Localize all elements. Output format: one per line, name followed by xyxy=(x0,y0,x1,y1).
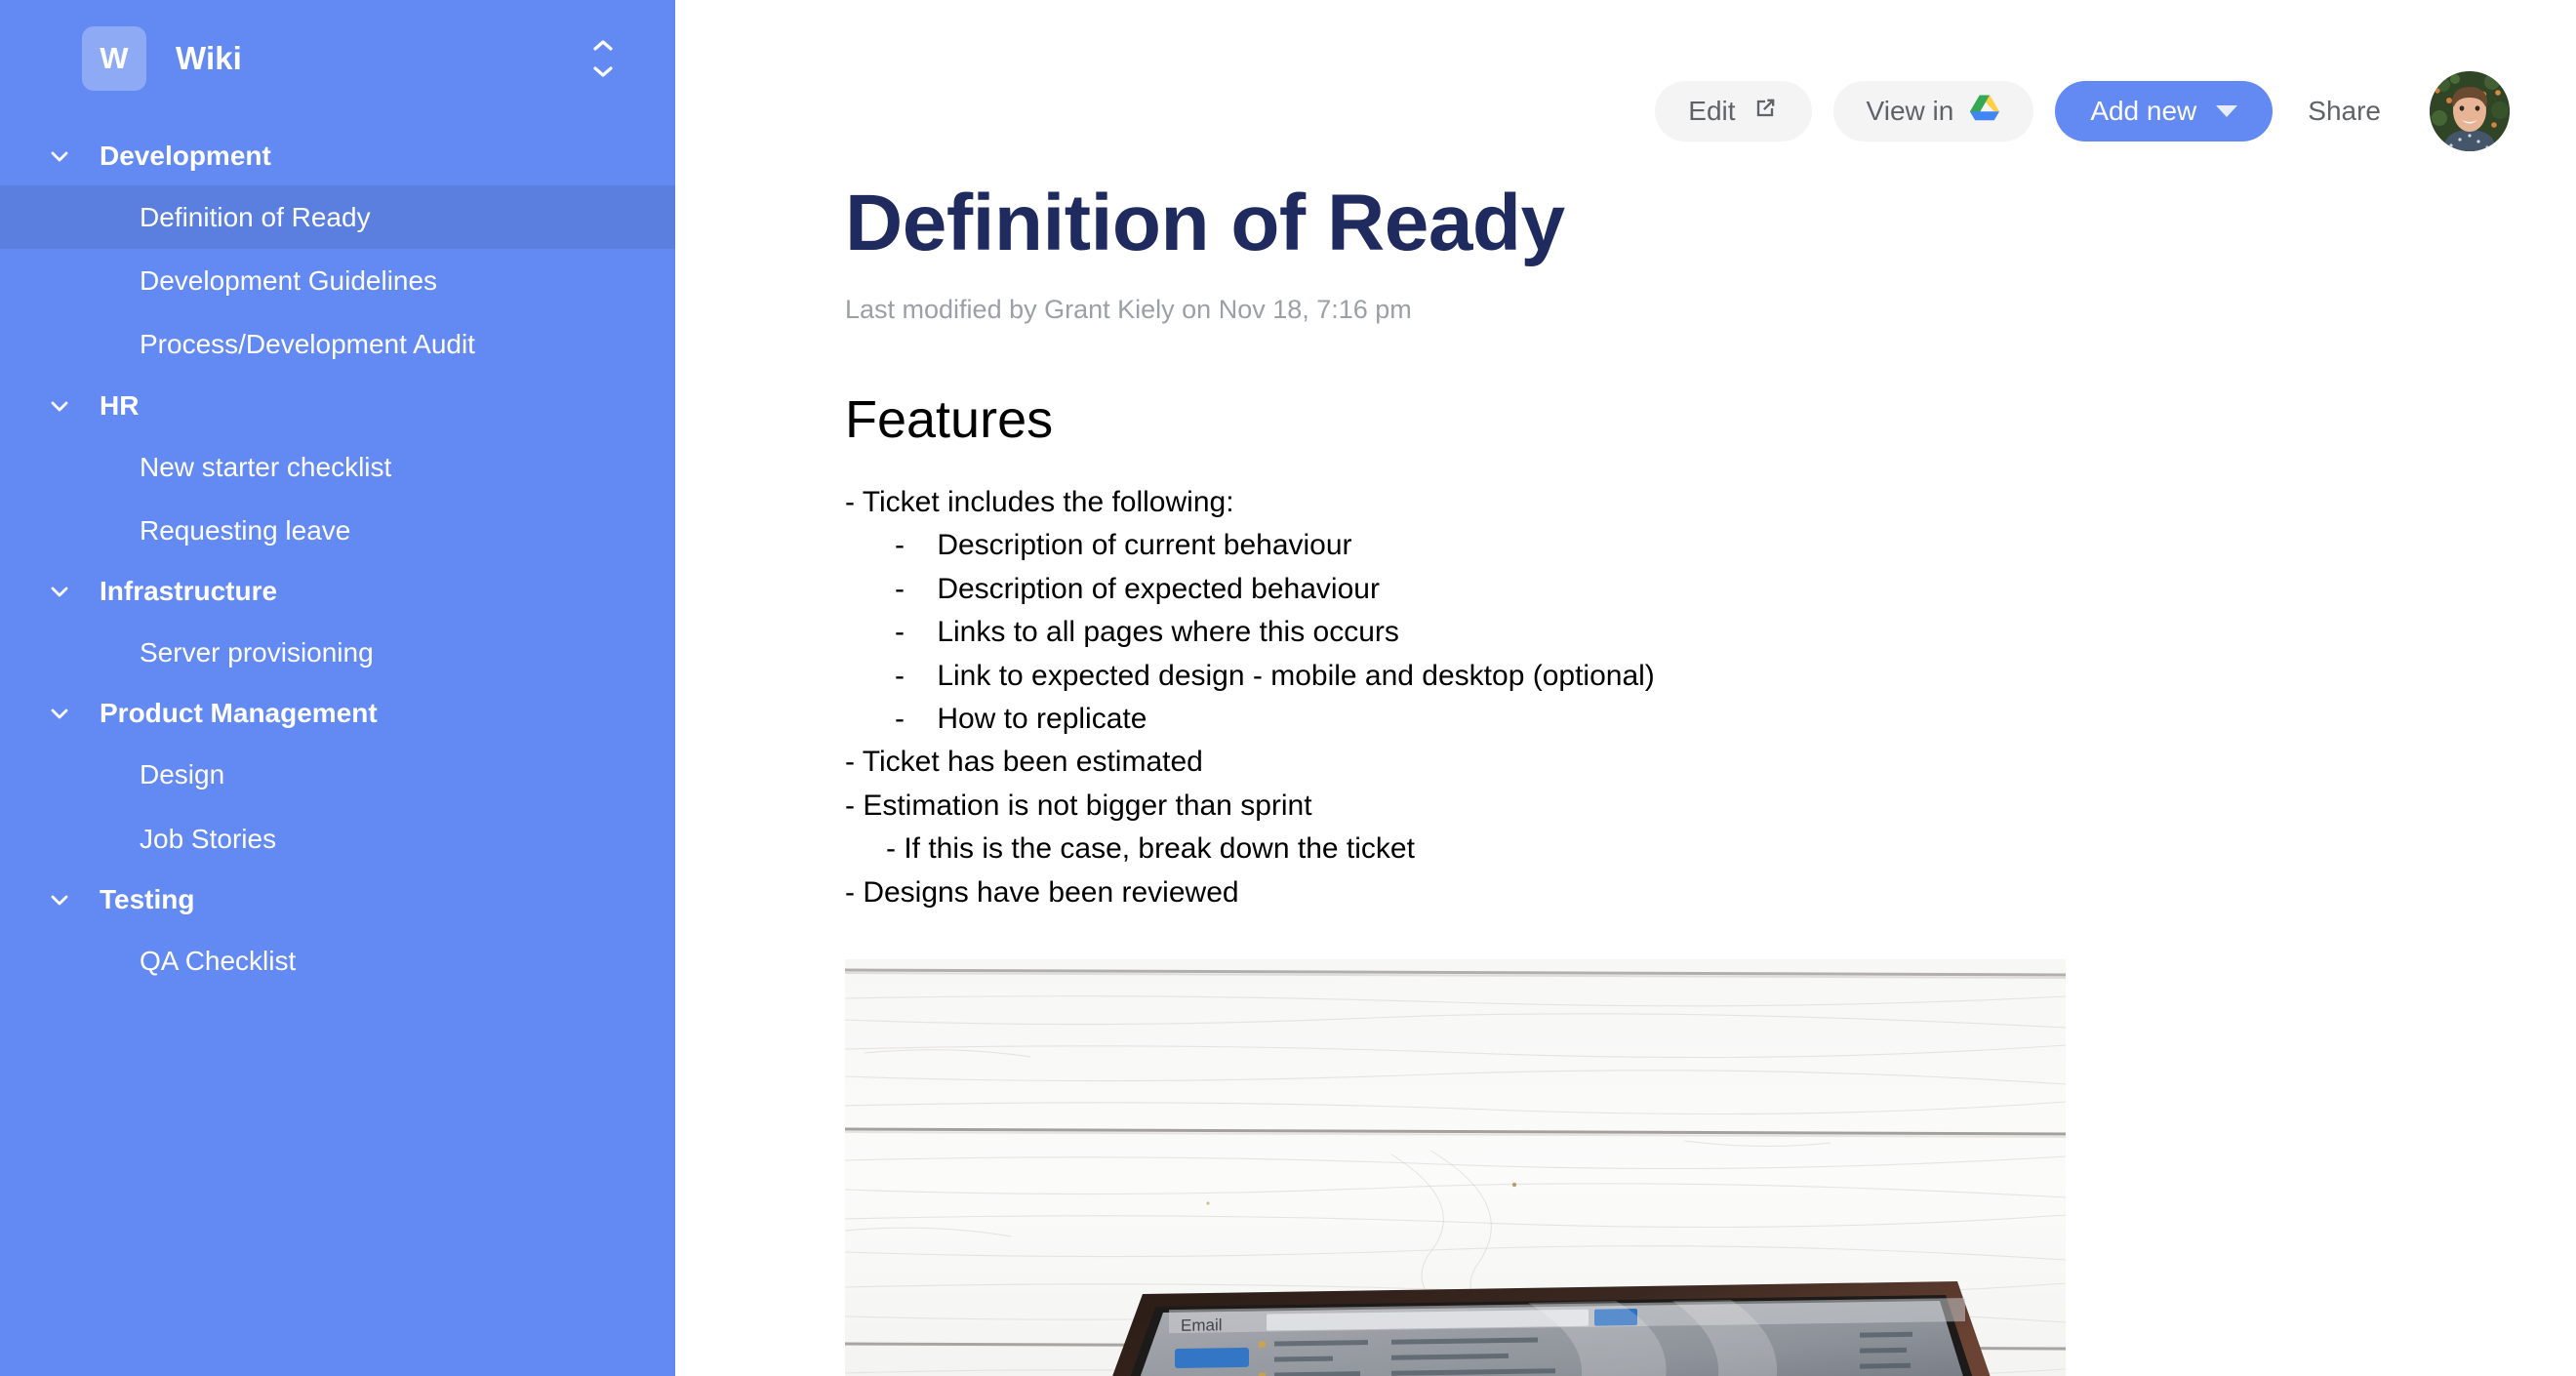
section-heading-features: Features xyxy=(845,390,1054,450)
sidebar-item-server-provisioning[interactable]: Server provisioning xyxy=(0,621,675,684)
sidebar-group-infrastructure[interactable]: Infrastructure xyxy=(0,562,675,621)
checklist-line: - Ticket includes the following: xyxy=(845,486,1234,519)
sidebar-group-label: Testing xyxy=(100,883,195,914)
google-drive-icon xyxy=(1969,94,2000,129)
laptop-screen-email-label: Email xyxy=(1181,1315,1223,1335)
sidebar-group-label: HR xyxy=(100,389,140,421)
checklist-line: - Ticket has been estimated xyxy=(845,746,1203,779)
sidebar-group-hr[interactable]: HR xyxy=(0,377,675,435)
checklist-line: - Links to all pages where this occurs xyxy=(895,616,1399,649)
avatar[interactable] xyxy=(2430,71,2510,151)
checklist-line: - If this is the case, break down the ti… xyxy=(886,832,1415,866)
sidebar-item-design[interactable]: Design xyxy=(0,743,675,806)
checklist-line: - Link to expected design - mobile and d… xyxy=(895,659,1655,692)
page-title: Definition of Ready xyxy=(845,179,1565,267)
sidebar-item-qa-checklist[interactable]: QA Checklist xyxy=(0,929,675,992)
wiki-app-window: W Wiki Development Definition of Ready Dev… xyxy=(0,0,2576,1376)
feature-checklist: - Ticket includes the following: - Descri… xyxy=(845,481,2576,914)
view-in-button-label: View in xyxy=(1866,96,1954,126)
sidebar-nav: Development Definition of Ready Developmen… xyxy=(0,127,675,992)
checklist-line: - Description of expected behaviour xyxy=(895,572,1380,605)
sidebar-group-testing[interactable]: Testing xyxy=(0,870,675,929)
sidebar-item-requesting-leave[interactable]: Requesting leave xyxy=(0,499,675,562)
workspace-badge: W xyxy=(82,26,146,91)
share-button[interactable]: Share xyxy=(2294,96,2395,127)
sidebar-item-definition-of-ready[interactable]: Definition of Ready xyxy=(0,185,675,250)
embedded-image: Email xyxy=(845,959,2066,1376)
sidebar-group-product-management[interactable]: Product Management xyxy=(0,684,675,743)
sidebar-item-development-guidelines[interactable]: Development Guidelines xyxy=(0,249,675,312)
edit-button[interactable]: Edit xyxy=(1655,81,1812,142)
sidebar-group-label: Infrastructure xyxy=(100,576,278,607)
sidebar-item-job-stories[interactable]: Job Stories xyxy=(0,807,675,870)
last-modified-text: Last modified by Grant Kiely on Nov 18, … xyxy=(845,295,1412,325)
workspace-header[interactable]: W Wiki xyxy=(0,0,675,117)
workspace-title: Wiki xyxy=(176,40,242,76)
view-in-drive-button[interactable]: View in xyxy=(1832,81,2034,142)
sidebar-group-label: Development xyxy=(100,141,271,171)
checklist-line: - Estimation is not bigger than sprint xyxy=(845,789,1312,822)
chevron-down-caret-icon xyxy=(2216,105,2238,117)
sidebar-group-label: Product Management xyxy=(100,698,378,729)
edit-button-label: Edit xyxy=(1688,96,1736,126)
chevron-down-icon[interactable] xyxy=(45,391,74,421)
sidebar: W Wiki Development Definition of Ready Dev… xyxy=(0,0,675,1376)
page-toolbar: Edit View in Add new Share xyxy=(675,0,2576,151)
chevron-down-icon[interactable] xyxy=(45,142,74,171)
checklist-line: - Designs have been reviewed xyxy=(845,875,1239,909)
sidebar-item-process-development-audit[interactable]: Process/Development Audit xyxy=(0,312,675,376)
chevron-down-icon[interactable] xyxy=(45,577,74,606)
document-body: Definition of Ready Last modified by Gra… xyxy=(675,179,2576,1376)
checklist-line: - How to replicate xyxy=(895,703,1147,736)
chevron-down-icon[interactable] xyxy=(45,885,74,914)
sidebar-group-development[interactable]: Development xyxy=(0,127,675,185)
main-content: Edit View in Add new Share Definition of… xyxy=(675,0,2576,1376)
checklist-line: - Description of current behaviour xyxy=(895,529,1352,562)
chevron-up-down-icon[interactable] xyxy=(585,34,621,83)
external-link-icon xyxy=(1751,95,1779,129)
chevron-down-icon[interactable] xyxy=(45,699,74,728)
sidebar-item-new-starter-checklist[interactable]: New starter checklist xyxy=(0,435,675,499)
add-new-button[interactable]: Add new xyxy=(2055,81,2274,142)
add-new-button-label: Add new xyxy=(2090,96,2197,126)
